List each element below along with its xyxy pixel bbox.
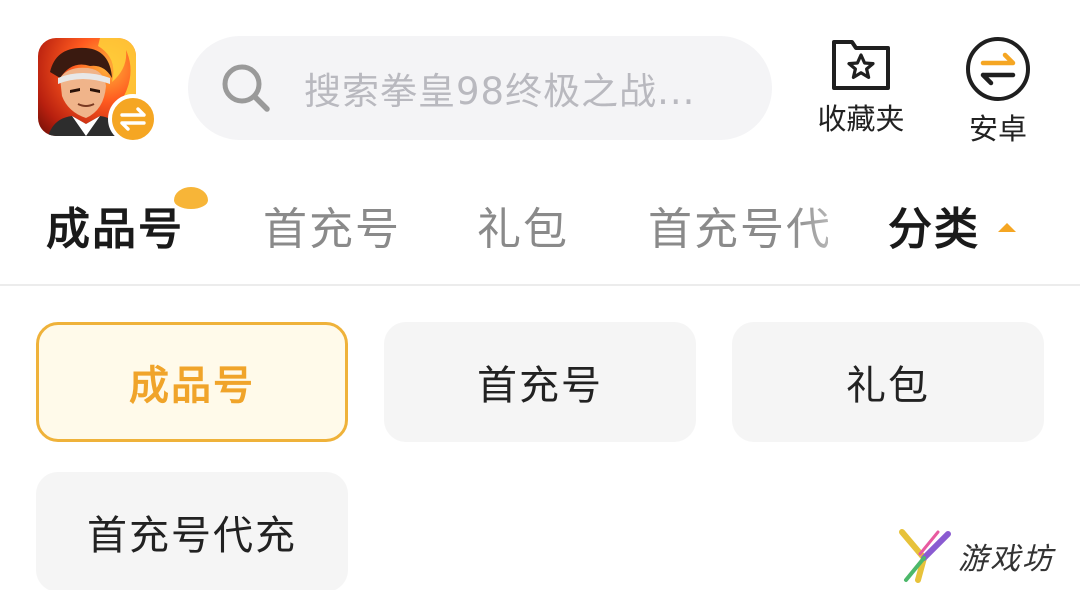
star-folder-icon xyxy=(832,40,890,90)
divider xyxy=(0,284,1080,286)
tab-finished-account[interactable]: 成品号 xyxy=(46,193,184,257)
category-finished-account[interactable]: 成品号 xyxy=(36,322,348,442)
tab-label: 成品号 xyxy=(46,204,184,255)
category-label: 首充号 xyxy=(477,363,603,409)
caret-up-icon xyxy=(998,222,1016,232)
watermark-logo xyxy=(899,529,951,583)
tab-label: 礼包 xyxy=(477,204,569,255)
tab-bar: 成品号 首充号 礼包 首充号代充 分类 xyxy=(0,175,1080,270)
watermark-text: 游戏坊 xyxy=(958,542,1054,577)
category-label: 成品号 xyxy=(129,363,255,409)
tab-gift-pack[interactable]: 礼包 xyxy=(477,193,569,257)
search-input[interactable]: 搜索拳皇98终极之战... xyxy=(188,36,772,140)
category-toggle-button[interactable]: 分类 xyxy=(888,193,1016,257)
switch-arrows-icon xyxy=(966,37,1030,101)
tab-first-recharge-proxy[interactable]: 首充号代充 xyxy=(648,193,828,257)
category-first-recharge-proxy[interactable]: 首充号代充 xyxy=(36,472,348,590)
tab-first-recharge-account[interactable]: 首充号 xyxy=(263,193,401,257)
tab-label: 首充号代充 xyxy=(648,204,828,255)
search-icon xyxy=(222,64,270,112)
switch-arrows-icon[interactable] xyxy=(108,94,158,144)
active-tab-indicator xyxy=(174,187,208,209)
watermark: 游戏坊 xyxy=(898,526,1068,586)
app-page: 搜索拳皇98终极之战... 收藏夹 安卓 成品号 首充号 礼包 首充号代充 xyxy=(0,0,1080,590)
category-label: 礼包 xyxy=(846,363,930,409)
platform-switch-button[interactable]: 安卓 xyxy=(943,36,1053,148)
game-avatar[interactable] xyxy=(38,38,158,144)
category-label: 首充号代充 xyxy=(87,513,297,559)
favorites-label: 收藏夹 xyxy=(817,102,905,136)
platform-label: 安卓 xyxy=(968,112,1027,146)
category-first-recharge-account[interactable]: 首充号 xyxy=(384,322,696,442)
category-gift-pack[interactable]: 礼包 xyxy=(732,322,1044,442)
favorites-button[interactable]: 收藏夹 xyxy=(806,36,916,138)
tab-label: 首充号 xyxy=(263,204,401,255)
category-toggle-label: 分类 xyxy=(888,204,980,255)
search-placeholder: 搜索拳皇98终极之战... xyxy=(304,70,696,113)
